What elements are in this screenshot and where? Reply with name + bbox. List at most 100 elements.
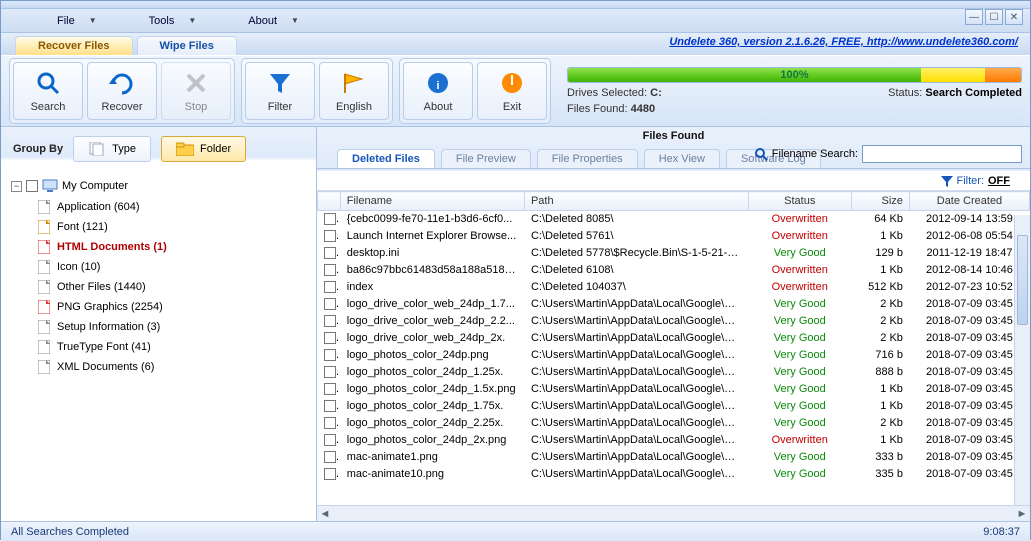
table-row[interactable]: logo_photos_color_24dp_1.75x.C:\Users\Ma…: [318, 398, 1030, 415]
cell-filename: logo_photos_color_24dp_1.5x.png: [340, 381, 524, 398]
menu-tools[interactable]: Tools▼: [143, 13, 203, 29]
cell-path: C:\Users\Martin\AppData\Local\Google\Ch.…: [524, 364, 748, 381]
table-row[interactable]: Launch Internet Explorer Browse...C:\Del…: [318, 228, 1030, 245]
row-checkbox[interactable]: [324, 247, 336, 259]
column-checkbox[interactable]: [318, 192, 341, 211]
table-row[interactable]: {cebc0099-fe70-11e1-b3d6-6cf0...C:\Delet…: [318, 211, 1030, 228]
tree-item[interactable]: PNG Graphics (2254): [37, 297, 306, 317]
version-link[interactable]: Undelete 360, version 2.1.6.26, FREE, ht…: [669, 36, 1018, 48]
cell-path: C:\Users\Martin\AppData\Local\Google\Ch.…: [524, 347, 748, 364]
tab-file-properties[interactable]: File Properties: [537, 149, 638, 168]
row-checkbox[interactable]: [324, 332, 336, 344]
row-checkbox[interactable]: [324, 434, 336, 446]
filter-button[interactable]: Filter: [245, 62, 315, 120]
table-row[interactable]: logo_drive_color_web_24dp_2.2...C:\Users…: [318, 313, 1030, 330]
column-filename[interactable]: Filename: [340, 192, 524, 211]
cell-path: C:\Users\Martin\AppData\Local\Google\Ch.…: [524, 415, 748, 432]
close-button[interactable]: ✕: [1005, 9, 1023, 25]
minimize-button[interactable]: —: [965, 9, 983, 25]
checkbox[interactable]: [26, 180, 38, 192]
column-status[interactable]: Status: [748, 192, 851, 211]
row-checkbox[interactable]: [324, 417, 336, 429]
maximize-button[interactable]: ☐: [985, 9, 1003, 25]
tab-deleted-files[interactable]: Deleted Files: [337, 149, 435, 168]
tree-item[interactable]: Other Files (1440): [37, 277, 306, 297]
column-path[interactable]: Path: [524, 192, 748, 211]
cell-size: 512 Kb: [851, 279, 909, 296]
computer-icon: [42, 179, 58, 193]
cell-status: Very Good: [748, 364, 851, 381]
vertical-scrollbar[interactable]: [1014, 215, 1030, 507]
column-size[interactable]: Size: [851, 192, 909, 211]
menu-file[interactable]: File▼: [51, 13, 103, 29]
tree-item[interactable]: Font (121): [37, 217, 306, 237]
row-checkbox[interactable]: [324, 264, 336, 276]
tree-root-label[interactable]: My Computer: [62, 180, 128, 192]
column-date[interactable]: Date Created: [909, 192, 1029, 211]
tree-collapse-icon[interactable]: −: [11, 181, 22, 192]
tab-hex-view[interactable]: Hex View: [644, 149, 720, 168]
tree-item[interactable]: XML Documents (6): [37, 357, 306, 377]
tree-item-label: PNG Graphics (2254): [57, 301, 163, 313]
table-row[interactable]: logo_photos_color_24dp_1.5x.pngC:\Users\…: [318, 381, 1030, 398]
table-row[interactable]: logo_drive_color_web_24dp_2x.C:\Users\Ma…: [318, 330, 1030, 347]
table-row[interactable]: indexC:\Deleted 104037\Overwritten512 Kb…: [318, 279, 1030, 296]
recover-icon: [108, 69, 136, 97]
row-checkbox[interactable]: [324, 213, 336, 225]
horizontal-scrollbar[interactable]: ◄ ►: [317, 505, 1030, 521]
table-row[interactable]: mac-animate10.pngC:\Users\Martin\AppData…: [318, 466, 1030, 483]
tab-recover-files[interactable]: Recover Files: [15, 36, 133, 55]
cell-size: 888 b: [851, 364, 909, 381]
flag-icon: [340, 69, 368, 97]
filter-toggle[interactable]: OFF: [988, 175, 1010, 187]
chevron-down-icon: ▼: [89, 16, 97, 25]
table-row[interactable]: logo_photos_color_24dp_2.25x.C:\Users\Ma…: [318, 415, 1030, 432]
tree-item[interactable]: TrueType Font (41): [37, 337, 306, 357]
right-panel: Files Found Deleted Files File Preview F…: [317, 127, 1030, 521]
row-checkbox[interactable]: [324, 383, 336, 395]
cell-date: 2012-08-14 10:46: [909, 262, 1029, 279]
row-checkbox[interactable]: [324, 315, 336, 327]
progress-bar: 100%: [567, 67, 1022, 83]
funnel-icon[interactable]: [941, 175, 953, 187]
exit-button[interactable]: Exit: [477, 62, 547, 120]
search-button[interactable]: Search: [13, 62, 83, 120]
recover-button[interactable]: Recover: [87, 62, 157, 120]
row-checkbox[interactable]: [324, 451, 336, 463]
table-row[interactable]: logo_photos_color_24dp_1.25x.C:\Users\Ma…: [318, 364, 1030, 381]
row-checkbox[interactable]: [324, 230, 336, 242]
cell-status: Very Good: [748, 415, 851, 432]
table-row[interactable]: logo_photos_color_24dp.pngC:\Users\Marti…: [318, 347, 1030, 364]
row-checkbox[interactable]: [324, 281, 336, 293]
language-button[interactable]: English: [319, 62, 389, 120]
table-row[interactable]: logo_photos_color_24dp_2x.pngC:\Users\Ma…: [318, 432, 1030, 449]
scroll-right-icon[interactable]: ►: [1014, 506, 1030, 521]
row-checkbox[interactable]: [324, 400, 336, 412]
menu-about[interactable]: About▼: [242, 13, 305, 29]
group-by-folder-button[interactable]: Folder: [161, 136, 246, 162]
row-checkbox[interactable]: [324, 366, 336, 378]
cell-filename: logo_drive_color_web_24dp_2.2...: [340, 313, 524, 330]
svg-text:i: i: [436, 80, 439, 92]
tab-file-preview[interactable]: File Preview: [441, 149, 531, 168]
file-grid[interactable]: Filename Path Status Size Date Created {…: [317, 191, 1030, 505]
tree-item[interactable]: Application (604): [37, 197, 306, 217]
cell-status: Very Good: [748, 347, 851, 364]
tab-wipe-files[interactable]: Wipe Files: [137, 36, 237, 55]
tree-item[interactable]: HTML Documents (1): [37, 237, 306, 257]
about-button[interactable]: i About: [403, 62, 473, 120]
cell-size: 333 b: [851, 449, 909, 466]
tree-item[interactable]: Setup Information (3): [37, 317, 306, 337]
tree-item[interactable]: Icon (10): [37, 257, 306, 277]
filename-search-input[interactable]: [862, 145, 1022, 163]
table-row[interactable]: ba86c97bbc61483d58a188a5182...C:\Deleted…: [318, 262, 1030, 279]
row-checkbox[interactable]: [324, 468, 336, 480]
row-checkbox[interactable]: [324, 349, 336, 361]
table-row[interactable]: mac-animate1.pngC:\Users\Martin\AppData\…: [318, 449, 1030, 466]
table-row[interactable]: logo_drive_color_web_24dp_1.7...C:\Users…: [318, 296, 1030, 313]
scroll-left-icon[interactable]: ◄: [317, 506, 333, 521]
row-checkbox[interactable]: [324, 298, 336, 310]
group-by-type-button[interactable]: Type: [73, 136, 151, 162]
table-row[interactable]: desktop.iniC:\Deleted 5778\$Recycle.Bin\…: [318, 245, 1030, 262]
cell-filename: logo_photos_color_24dp_2.25x.: [340, 415, 524, 432]
